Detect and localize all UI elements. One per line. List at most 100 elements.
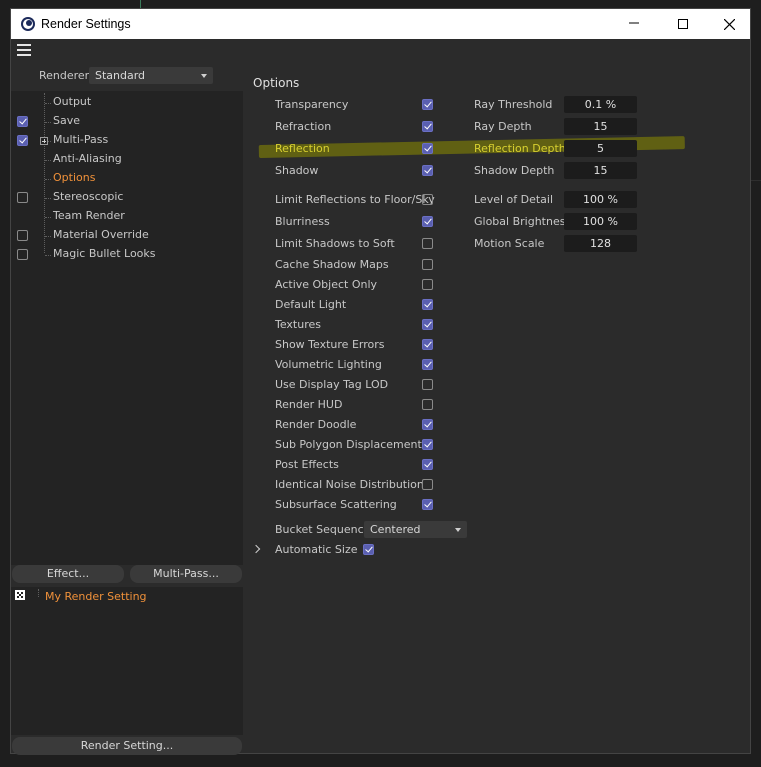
bucket-sequence-value: Centered: [370, 523, 421, 536]
cache-shadow-maps-checkbox[interactable]: [422, 259, 433, 270]
refraction-checkbox[interactable]: [422, 121, 433, 132]
volumetric-lighting-label: Volumetric Lighting: [275, 358, 382, 371]
automatic-size-checkbox[interactable]: [363, 544, 374, 555]
close-icon: [723, 18, 735, 30]
blurriness-label: Blurriness: [275, 215, 330, 228]
motion-scale-field[interactable]: 128: [564, 235, 637, 252]
tree-item-label: Stereoscopic: [53, 190, 124, 203]
render-hud-checkbox[interactable]: [422, 399, 433, 410]
tree-item-anti-aliasing[interactable]: Anti-Aliasing: [11, 151, 243, 170]
tree-item-checkbox[interactable]: [17, 192, 28, 203]
global-brightness-label: Global Brightness: [474, 215, 572, 228]
limit-shadows-to-soft-label: Limit Shadows to Soft: [275, 237, 395, 250]
blurriness-checkbox[interactable]: [422, 216, 433, 227]
minimize-button[interactable]: [611, 8, 657, 38]
render-setting-button[interactable]: Render Setting...: [12, 737, 242, 755]
show-texture-errors-label: Show Texture Errors: [275, 338, 385, 351]
limit-reflections-to-floor-sky-checkbox[interactable]: [422, 194, 433, 205]
tree-item-label: Save: [53, 114, 81, 127]
effect-button[interactable]: Effect...: [12, 565, 124, 583]
tree-item-checkbox[interactable]: [17, 230, 28, 241]
default-light-checkbox[interactable]: [422, 299, 433, 310]
render-doodle-checkbox[interactable]: [422, 419, 433, 430]
tree-item-stereoscopic[interactable]: Stereoscopic: [11, 189, 243, 208]
sub-polygon-displacement-label: Sub Polygon Displacement: [275, 438, 422, 451]
reflection-checkbox[interactable]: [422, 143, 433, 154]
tree-item-label: Multi-Pass: [53, 133, 109, 146]
post-effects-label: Post Effects: [275, 458, 339, 471]
tree-item-magic-bullet-looks[interactable]: Magic Bullet Looks: [11, 246, 243, 265]
tree-item-save[interactable]: Save: [11, 113, 243, 132]
subsurface-scattering-checkbox[interactable]: [422, 499, 433, 510]
tree-item-label: Anti-Aliasing: [53, 152, 122, 165]
ray-threshold-label: Ray Threshold: [474, 98, 553, 111]
chevron-down-icon: [201, 74, 207, 78]
post-effects-checkbox[interactable]: [422, 459, 433, 470]
window-title: Render Settings: [41, 17, 131, 31]
shadow-depth-field[interactable]: 15: [564, 162, 637, 179]
ray-threshold-field[interactable]: 0.1 %: [564, 96, 637, 113]
textures-label: Textures: [275, 318, 321, 331]
render-setting-icon: [15, 590, 25, 600]
render-hud-label: Render HUD: [275, 398, 343, 411]
refraction-label: Refraction: [275, 120, 332, 133]
limit-reflections-to-floor-sky-label: Limit Reflections to Floor/Sky: [275, 193, 435, 206]
tree-item-output[interactable]: Output: [11, 94, 243, 113]
tree-item-label: Team Render: [53, 209, 125, 222]
shadow-depth-label: Shadow Depth: [474, 164, 555, 177]
automatic-size-label: Automatic Size: [275, 543, 358, 556]
sub-polygon-displacement-checkbox[interactable]: [422, 439, 433, 450]
tree-guide-line: [38, 589, 39, 597]
renderer-dropdown[interactable]: Standard: [89, 67, 213, 84]
reflection-depth-label: Reflection Depth: [474, 142, 566, 155]
chevron-down-icon: [455, 528, 461, 532]
transparency-checkbox[interactable]: [422, 99, 433, 110]
tree-connector: [45, 179, 51, 180]
textures-checkbox[interactable]: [422, 319, 433, 330]
shadow-label: Shadow: [275, 164, 319, 177]
limit-shadows-to-soft-checkbox[interactable]: [422, 238, 433, 249]
tree-item-team-render[interactable]: Team Render: [11, 208, 243, 227]
menu-hamburger-icon[interactable]: [17, 44, 31, 56]
render-setting-item[interactable]: My Render Setting: [45, 590, 147, 603]
tree-item-multi-pass[interactable]: Multi-Pass: [11, 132, 243, 151]
minimize-icon: [629, 22, 639, 24]
tree-item-checkbox[interactable]: [17, 249, 28, 260]
ray-depth-field[interactable]: 15: [564, 118, 637, 135]
render-doodle-label: Render Doodle: [275, 418, 357, 431]
shadow-checkbox[interactable]: [422, 165, 433, 176]
tree-connector: [45, 217, 51, 218]
options-title: Options: [253, 76, 300, 90]
maximize-button[interactable]: [660, 9, 706, 39]
identical-noise-distribution-label: Identical Noise Distribution: [275, 478, 424, 491]
expand-plus-icon[interactable]: [40, 137, 48, 145]
level-of-detail-label: Level of Detail: [474, 193, 554, 206]
tree-connector: [45, 198, 51, 199]
tree-item-options[interactable]: Options: [11, 170, 243, 189]
use-display-tag-lod-checkbox[interactable]: [422, 379, 433, 390]
active-object-only-label: Active Object Only: [275, 278, 378, 291]
tree-item-checkbox[interactable]: [17, 116, 28, 127]
reflection-depth-field[interactable]: 5: [564, 140, 637, 157]
show-texture-errors-checkbox[interactable]: [422, 339, 433, 350]
volumetric-lighting-checkbox[interactable]: [422, 359, 433, 370]
bucket-sequence-label: Bucket Sequence: [275, 523, 371, 536]
global-brightness-field[interactable]: 100 %: [564, 213, 637, 230]
transparency-label: Transparency: [275, 98, 349, 111]
tree-connector: [45, 236, 51, 237]
default-light-label: Default Light: [275, 298, 347, 311]
use-display-tag-lod-label: Use Display Tag LOD: [275, 378, 389, 391]
multi-pass-button[interactable]: Multi-Pass...: [130, 565, 242, 583]
tree-item-label: Output: [53, 95, 92, 108]
maximize-icon: [678, 19, 688, 29]
renderer-value: Standard: [95, 69, 146, 82]
tree-connector: [45, 160, 51, 161]
bucket-sequence-dropdown[interactable]: Centered: [364, 521, 467, 538]
close-button[interactable]: [706, 9, 752, 39]
identical-noise-distribution-checkbox[interactable]: [422, 479, 433, 490]
active-object-only-checkbox[interactable]: [422, 279, 433, 290]
tree-item-material-override[interactable]: Material Override: [11, 227, 243, 246]
tree-item-checkbox[interactable]: [17, 135, 28, 146]
level-of-detail-field[interactable]: 100 %: [564, 191, 637, 208]
tree-item-label: Material Override: [53, 228, 149, 241]
